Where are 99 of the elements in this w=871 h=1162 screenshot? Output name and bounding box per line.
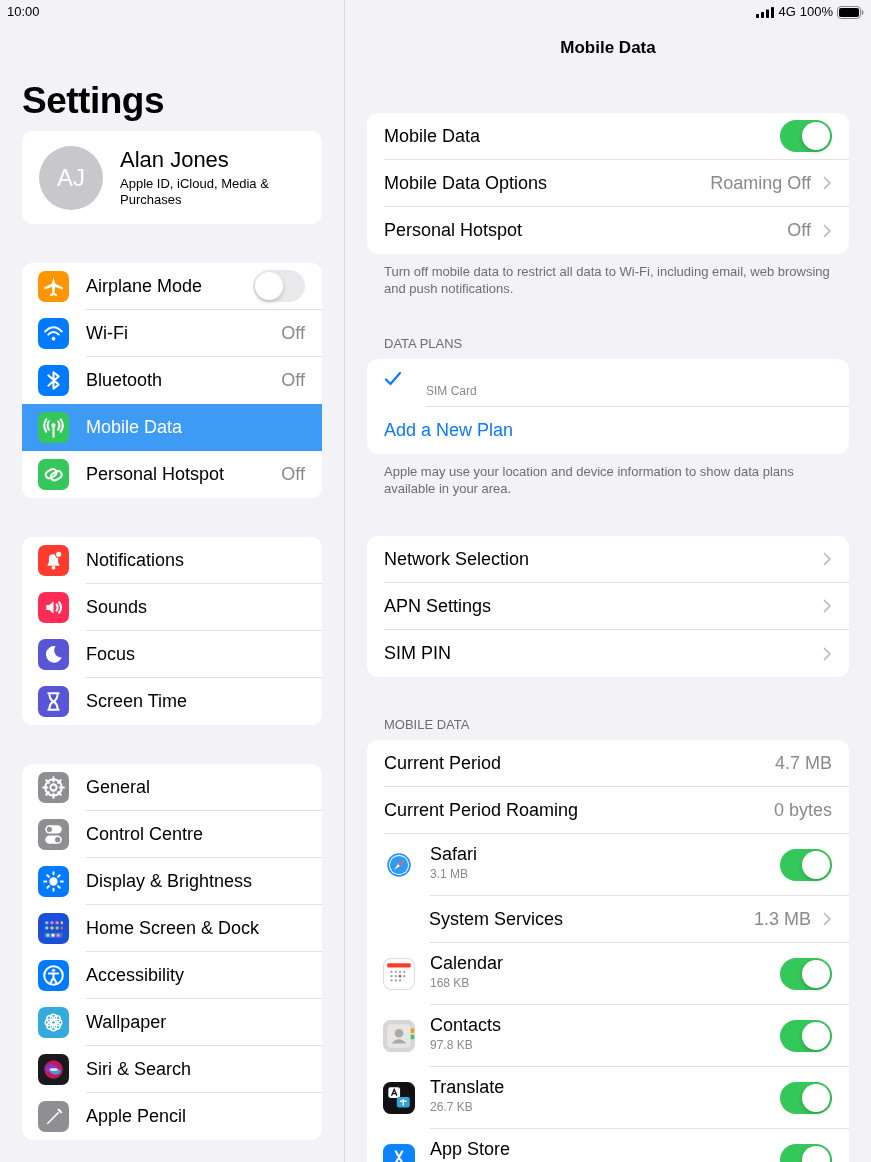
profile-subtitle: Apple ID, iCloud, Media & Purchases xyxy=(120,176,270,208)
antenna-icon xyxy=(38,412,69,443)
row-label: SIM PIN xyxy=(384,642,452,665)
chevron-icon xyxy=(823,552,832,566)
profile-name: Alan Jones xyxy=(120,147,230,173)
row-label: APN Settings xyxy=(384,594,493,618)
chevron-icon xyxy=(823,223,832,238)
row-value: 1.3 MB xyxy=(753,907,811,931)
moon-icon xyxy=(38,639,69,670)
toggle-switch[interactable] xyxy=(780,1019,832,1052)
app-usage: 168 KB xyxy=(430,975,471,992)
list-row[interactable]: SIM PIN xyxy=(367,630,849,677)
item-value: Off xyxy=(281,463,305,486)
list-row[interactable]: System Services 1.3 MB xyxy=(367,896,849,943)
bell-icon xyxy=(38,545,69,576)
chevron-icon xyxy=(823,599,832,613)
item-label: Siri & Search xyxy=(86,1057,193,1081)
toggle-switch[interactable] xyxy=(780,1081,832,1114)
item-label: Airplane Mode xyxy=(86,274,204,298)
item-label: General xyxy=(86,775,152,799)
contact-card-icon xyxy=(383,1020,415,1052)
toggle-switch[interactable] xyxy=(780,120,832,152)
app-name: Calendar xyxy=(430,952,505,974)
row-label: Personal Hotspot xyxy=(384,219,524,242)
orb-icon xyxy=(38,1054,69,1085)
accessibility-icon xyxy=(38,960,69,991)
row-value: Off xyxy=(787,219,811,242)
list-row[interactable]: Mobile Data Options Roaming Off xyxy=(367,160,849,207)
chevron-icon xyxy=(823,176,832,190)
app-name: Contacts xyxy=(430,1014,503,1036)
plan-label: SIM Card xyxy=(426,383,477,400)
list-row[interactable]: Mobile Data xyxy=(367,113,849,160)
speaker-icon xyxy=(38,592,69,623)
gear-icon xyxy=(38,772,69,803)
item-label: Control Centre xyxy=(86,822,205,846)
app-usage: 26.7 KB xyxy=(430,1099,474,1116)
chevron-icon xyxy=(823,646,832,661)
item-label: Home Screen & Dock xyxy=(86,916,261,940)
battery-percent: 100% xyxy=(799,3,833,22)
airplane-icon xyxy=(38,271,69,302)
item-label: Apple Pencil xyxy=(86,1105,188,1128)
list-row[interactable]: Add a New Plan xyxy=(367,407,849,454)
app-name: App Store xyxy=(430,1138,512,1160)
list-row[interactable]: Personal Hotspot Off xyxy=(367,207,849,254)
item-label: Mobile Data xyxy=(86,416,184,439)
nav-title: Mobile Data xyxy=(560,37,656,60)
item-label: Wi-Fi xyxy=(86,321,129,345)
item-value: Off xyxy=(281,321,305,345)
app-grid-icon xyxy=(38,913,69,944)
item-label: Accessibility xyxy=(86,963,186,987)
row-label: System Services xyxy=(429,907,565,931)
speech-bubbles-icon xyxy=(383,1082,415,1114)
app-usage: 97.8 KB xyxy=(430,1037,474,1054)
toggle-switch[interactable] xyxy=(780,957,832,990)
hourglass-icon xyxy=(38,686,69,717)
wifi-icon xyxy=(38,318,69,349)
pencil-icon xyxy=(38,1101,69,1132)
list-row[interactable]: APN Settings xyxy=(367,583,849,630)
item-label: Bluetooth xyxy=(86,369,164,392)
app-name: Translate xyxy=(430,1076,506,1098)
sun-icon xyxy=(38,866,69,897)
row-label: Mobile Data Options xyxy=(384,171,549,195)
item-value: Off xyxy=(281,369,305,392)
toggle-switch[interactable] xyxy=(253,270,305,302)
network-type: 4G xyxy=(778,3,796,22)
status-time: 10:00 xyxy=(7,3,40,22)
row-value: 4.7 MB xyxy=(774,751,832,775)
page-title: Settings xyxy=(22,79,165,123)
plan-row[interactable]: SIM Card xyxy=(367,359,849,407)
item-label: Personal Hotspot xyxy=(86,463,226,486)
battery-icon xyxy=(837,5,864,19)
row-value: Roaming Off xyxy=(710,171,811,195)
item-label: Notifications xyxy=(86,548,186,572)
toggle-switch[interactable] xyxy=(780,848,832,881)
section-header: MOBILE DATA xyxy=(383,717,471,733)
row-label: Mobile Data xyxy=(384,124,482,148)
app-usage: 3.1 MB xyxy=(430,866,469,883)
row-value: 0 bytes xyxy=(773,798,832,822)
toggles-icon xyxy=(38,819,69,850)
item-label: Focus xyxy=(86,642,137,666)
row-label: Current Period xyxy=(384,751,503,775)
signal-icon xyxy=(756,6,775,18)
item-label: Wallpaper xyxy=(86,1010,168,1034)
chevron-icon xyxy=(823,912,832,926)
app-name: Safari xyxy=(430,843,479,865)
add-plan-link[interactable]: Add a New Plan xyxy=(384,417,832,444)
bluetooth-icon xyxy=(38,365,69,396)
section-footer: Apple may use your location and device information to show data plans available in your area. xyxy=(367,454,849,497)
item-label: Screen Time xyxy=(86,690,189,713)
section-header: DATA PLANS xyxy=(383,336,464,352)
flower-icon xyxy=(38,1007,69,1038)
chain-link-icon xyxy=(38,459,69,490)
list-row[interactable]: Network Selection xyxy=(367,536,849,583)
row-label: Network Selection xyxy=(384,547,531,571)
section-footer: Turn off mobile data to restrict all data to Wi-Fi, including email, web browsing and push notifications. xyxy=(367,254,849,297)
row-label: Current Period Roaming xyxy=(384,798,580,822)
item-label: Sounds xyxy=(86,595,149,619)
calendar-icon xyxy=(383,958,415,990)
item-label: Display & Brightness xyxy=(86,869,254,893)
